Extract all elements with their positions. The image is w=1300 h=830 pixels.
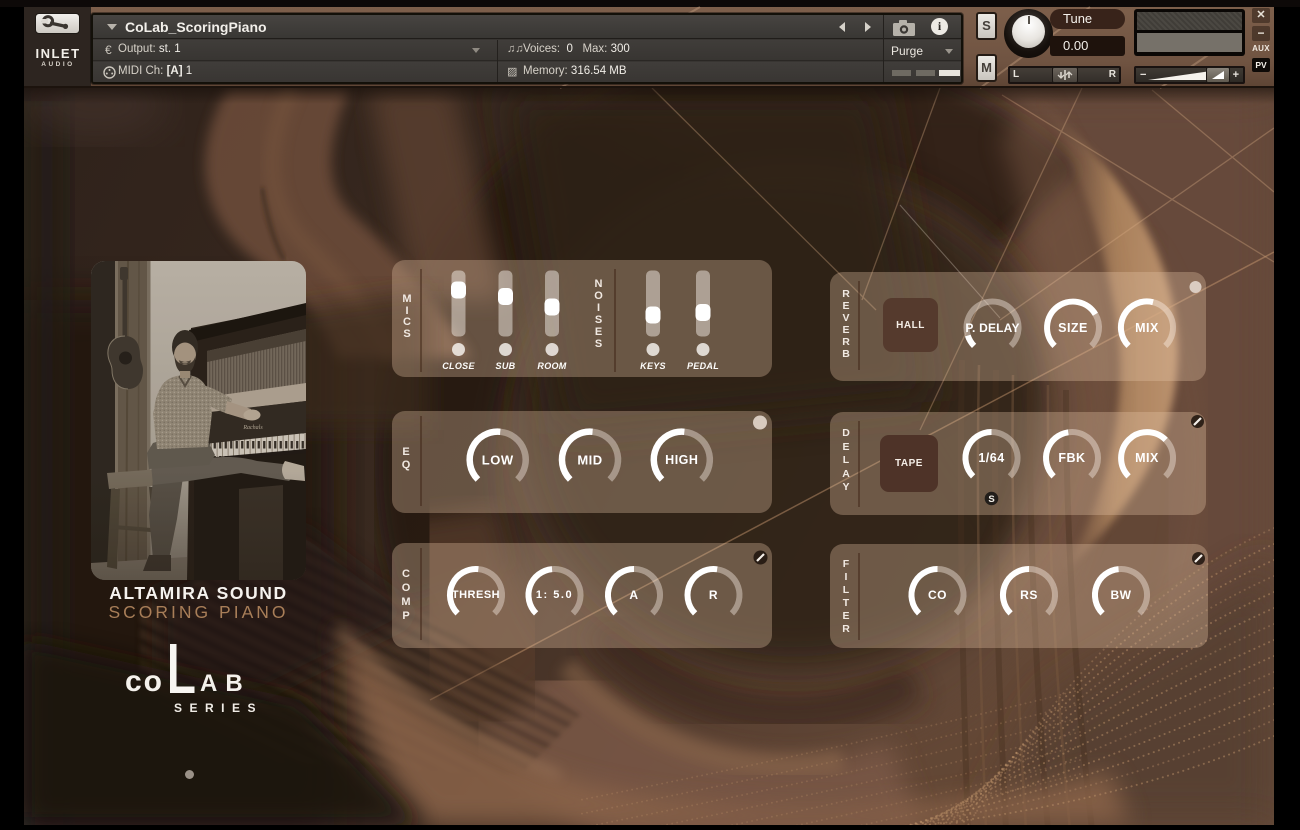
svg-text:co: co <box>125 665 164 698</box>
svg-text:AB: AB <box>200 670 251 697</box>
